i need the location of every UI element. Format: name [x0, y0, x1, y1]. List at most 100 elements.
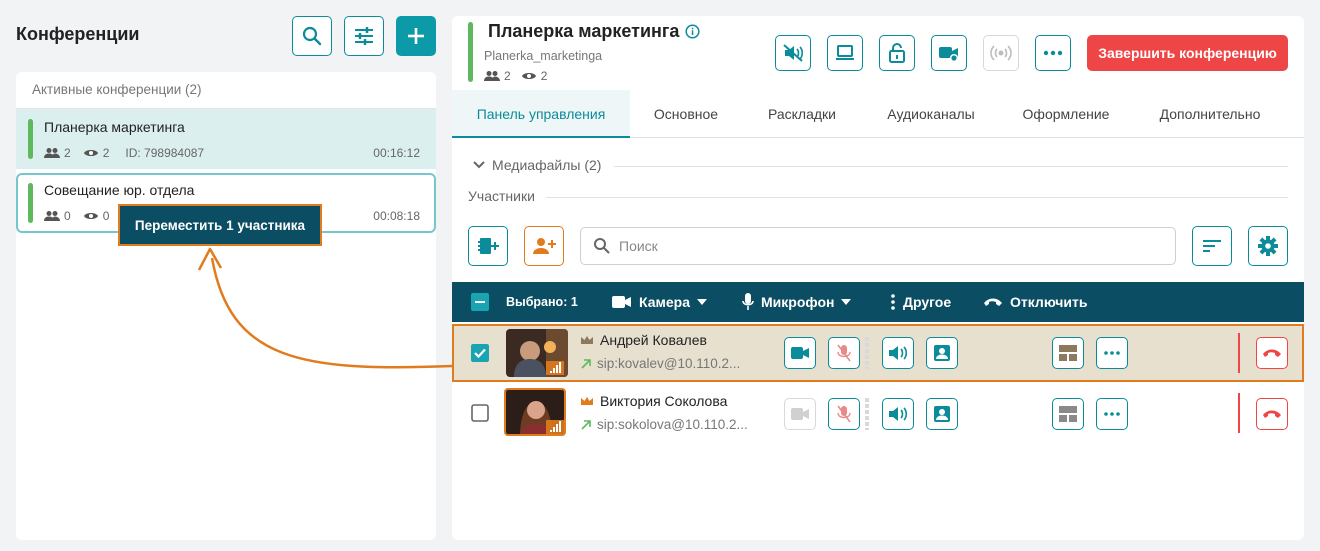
- caret-down-icon: [696, 299, 707, 305]
- participant-more-button[interactable]: [1096, 398, 1128, 430]
- other-menu-label: Другое: [903, 294, 952, 310]
- participant-settings-button[interactable]: [1248, 226, 1288, 266]
- microphone-off-icon: [837, 344, 851, 362]
- disconnect-selected[interactable]: Отключить: [983, 282, 1087, 322]
- add-participant-button[interactable]: [524, 226, 564, 266]
- avatar: [504, 388, 566, 436]
- sort-button[interactable]: [1192, 226, 1232, 266]
- search-button[interactable]: [292, 16, 332, 56]
- participant-sip: sip:sokolova@10.110.2...: [580, 417, 748, 432]
- camera-toggle-button[interactable]: [784, 398, 816, 430]
- hangup-icon: [984, 298, 1002, 306]
- camera-menu[interactable]: Камера: [612, 282, 707, 322]
- search-icon: [594, 238, 610, 254]
- row-checkbox[interactable]: [471, 344, 489, 362]
- microphone-icon: [742, 293, 754, 310]
- hangup-icon: [1263, 349, 1281, 357]
- more-options-button[interactable]: [1035, 35, 1071, 71]
- presentation-button[interactable]: [926, 398, 958, 430]
- end-conference-button[interactable]: Завершить конференцию: [1087, 35, 1288, 71]
- layout-button[interactable]: [1052, 337, 1084, 369]
- layout-button[interactable]: [1052, 398, 1084, 430]
- row-checkbox[interactable]: [471, 404, 489, 422]
- volume-button[interactable]: [882, 337, 914, 369]
- participant-more-button[interactable]: [1096, 337, 1128, 369]
- video-camera-icon: [612, 296, 631, 308]
- eye-icon: [521, 73, 536, 79]
- conference-duration: 00:16:12: [373, 146, 420, 160]
- speaker-off-icon: [783, 44, 804, 62]
- disconnect-participant-button[interactable]: [1256, 337, 1288, 369]
- volume-button[interactable]: [882, 398, 914, 430]
- presentation-button[interactable]: [926, 337, 958, 369]
- conference-title-text: Планерка маркетинга: [488, 21, 680, 41]
- microphone-menu[interactable]: Микрофон: [742, 282, 852, 322]
- mute-all-button[interactable]: [775, 35, 811, 71]
- participants-count: 2: [504, 69, 511, 83]
- active-conferences-heading: Активные конференции (2): [32, 82, 202, 97]
- participant-search[interactable]: [580, 227, 1176, 265]
- media-files-label: Медиафайлы (2): [492, 157, 602, 173]
- move-participant-tooltip: Переместить 1 участника: [118, 204, 322, 246]
- participant-row[interactable]: Андрей Ковалев sip:kovalev@10.110.2...: [452, 324, 1304, 382]
- crown-icon: [581, 336, 593, 344]
- people-icon: [44, 148, 60, 158]
- screen-share-button[interactable]: [827, 35, 863, 71]
- chevron-down-icon: [473, 161, 485, 169]
- status-indicator: [28, 183, 33, 223]
- conference-name: Планерка маркетинга: [44, 119, 185, 135]
- add-conference-button[interactable]: [396, 16, 436, 56]
- laptop-icon: [836, 45, 854, 60]
- more-icon: [1104, 351, 1120, 355]
- conference-duration: 00:08:18: [373, 209, 420, 223]
- conference-item[interactable]: Планерка маркетинга 2 2 ID: 798984087 00…: [16, 109, 436, 169]
- broadcast-icon: [990, 45, 1012, 61]
- tab-additional[interactable]: Дополнительно: [1146, 90, 1274, 138]
- select-all-checkbox[interactable]: [471, 282, 489, 322]
- video-settings-button[interactable]: [931, 35, 967, 71]
- tab-audio-channels[interactable]: Аудиоканалы: [872, 90, 990, 138]
- microphone-menu-label: Микрофон: [761, 294, 835, 310]
- participant-name: Виктория Соколова: [580, 393, 727, 409]
- disconnect-participant-button[interactable]: [1256, 398, 1288, 430]
- avatar: [506, 329, 568, 377]
- participant-sip: sip:kovalev@10.110.2...: [580, 356, 740, 371]
- audio-level-meter: [865, 398, 869, 430]
- broadcast-button[interactable]: [983, 35, 1019, 71]
- caret-down-icon: [841, 299, 852, 305]
- camera-toggle-button[interactable]: [784, 337, 816, 369]
- people-icon: [44, 211, 60, 221]
- microphone-toggle-button[interactable]: [828, 398, 860, 430]
- selection-toolbar: Выбрано: 1 Камера Микрофон Другое Отключ…: [452, 282, 1304, 322]
- media-files-toggle[interactable]: Медиафайлы (2): [472, 157, 601, 173]
- tab-main[interactable]: Основное: [642, 90, 730, 138]
- lock-button[interactable]: [879, 35, 915, 71]
- search-input[interactable]: [619, 236, 1159, 256]
- viewers-count: 2: [102, 146, 110, 160]
- plus-icon: [408, 28, 424, 44]
- checkbox-indeterminate-icon: [471, 293, 489, 311]
- people-icon: [484, 71, 500, 81]
- layout-icon: [1059, 345, 1077, 361]
- gear-icon: [1258, 236, 1278, 256]
- participant-name: Андрей Ковалев: [580, 332, 707, 348]
- add-from-address-book-button[interactable]: [468, 226, 508, 266]
- lock-open-icon: [889, 43, 905, 63]
- tab-control-panel[interactable]: Панель управления: [452, 90, 630, 138]
- person-add-icon: [533, 238, 556, 254]
- status-indicator: [468, 22, 473, 82]
- conference-name: Совещание юр. отдела: [44, 182, 195, 198]
- tab-design[interactable]: Оформление: [1012, 90, 1120, 138]
- participant-row[interactable]: Виктория Соколова sip:sokolova@10.110.2.…: [452, 385, 1304, 443]
- info-icon[interactable]: [685, 24, 700, 39]
- conference-id: ID: 798984087: [125, 146, 205, 160]
- tab-bar: Панель управления Основное Раскладки Ауд…: [452, 90, 1304, 138]
- filter-button[interactable]: [344, 16, 384, 56]
- divider: [1238, 393, 1240, 433]
- audio-level-meter: [865, 337, 869, 369]
- outgoing-call-icon: [581, 358, 591, 369]
- microphone-toggle-button[interactable]: [828, 337, 860, 369]
- conference-login: Planerka_marketinga: [484, 49, 603, 63]
- other-menu[interactable]: Другое: [890, 282, 951, 322]
- tab-layouts[interactable]: Раскладки: [754, 90, 850, 138]
